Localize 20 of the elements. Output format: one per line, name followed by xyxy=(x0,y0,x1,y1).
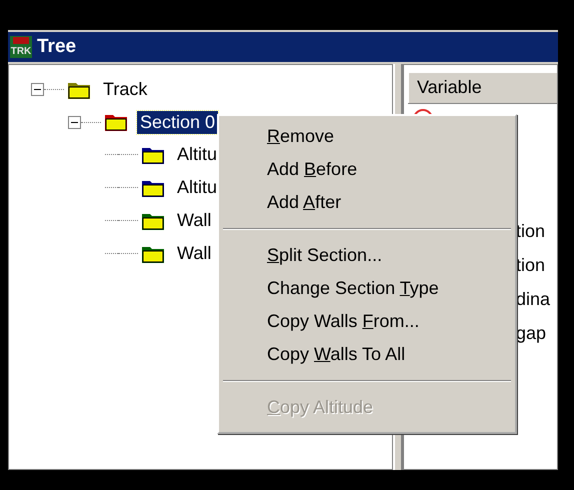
table-cell-text: dina xyxy=(516,288,552,311)
tree-item[interactable]: Altitu xyxy=(174,176,220,199)
logo-text: TRK xyxy=(10,46,32,57)
menu-item[interactable]: Change Section Type xyxy=(221,272,513,305)
app-logo-icon xyxy=(10,36,32,58)
collapse-toggle[interactable] xyxy=(31,83,44,96)
tree-item[interactable]: Wall xyxy=(174,242,214,265)
tree-item[interactable]: Track xyxy=(100,78,150,101)
menu-item[interactable]: Add After xyxy=(221,186,513,219)
tree-item[interactable]: Section 0 xyxy=(137,110,218,134)
window-title: Tree xyxy=(37,36,76,58)
collapse-toggle[interactable] xyxy=(68,116,81,128)
menu-item[interactable]: Split Section... xyxy=(221,239,513,272)
tree-item[interactable]: Altitu xyxy=(174,143,220,166)
menu-item[interactable]: Add Before xyxy=(221,153,513,186)
tree-item[interactable]: Wall xyxy=(174,209,214,232)
menu-item[interactable]: Copy Walls To All xyxy=(221,338,513,371)
menu-item[interactable]: Copy Walls From... xyxy=(221,305,513,338)
table-cell-text: gap xyxy=(516,322,548,345)
menu-item[interactable]: Remove xyxy=(221,120,513,153)
